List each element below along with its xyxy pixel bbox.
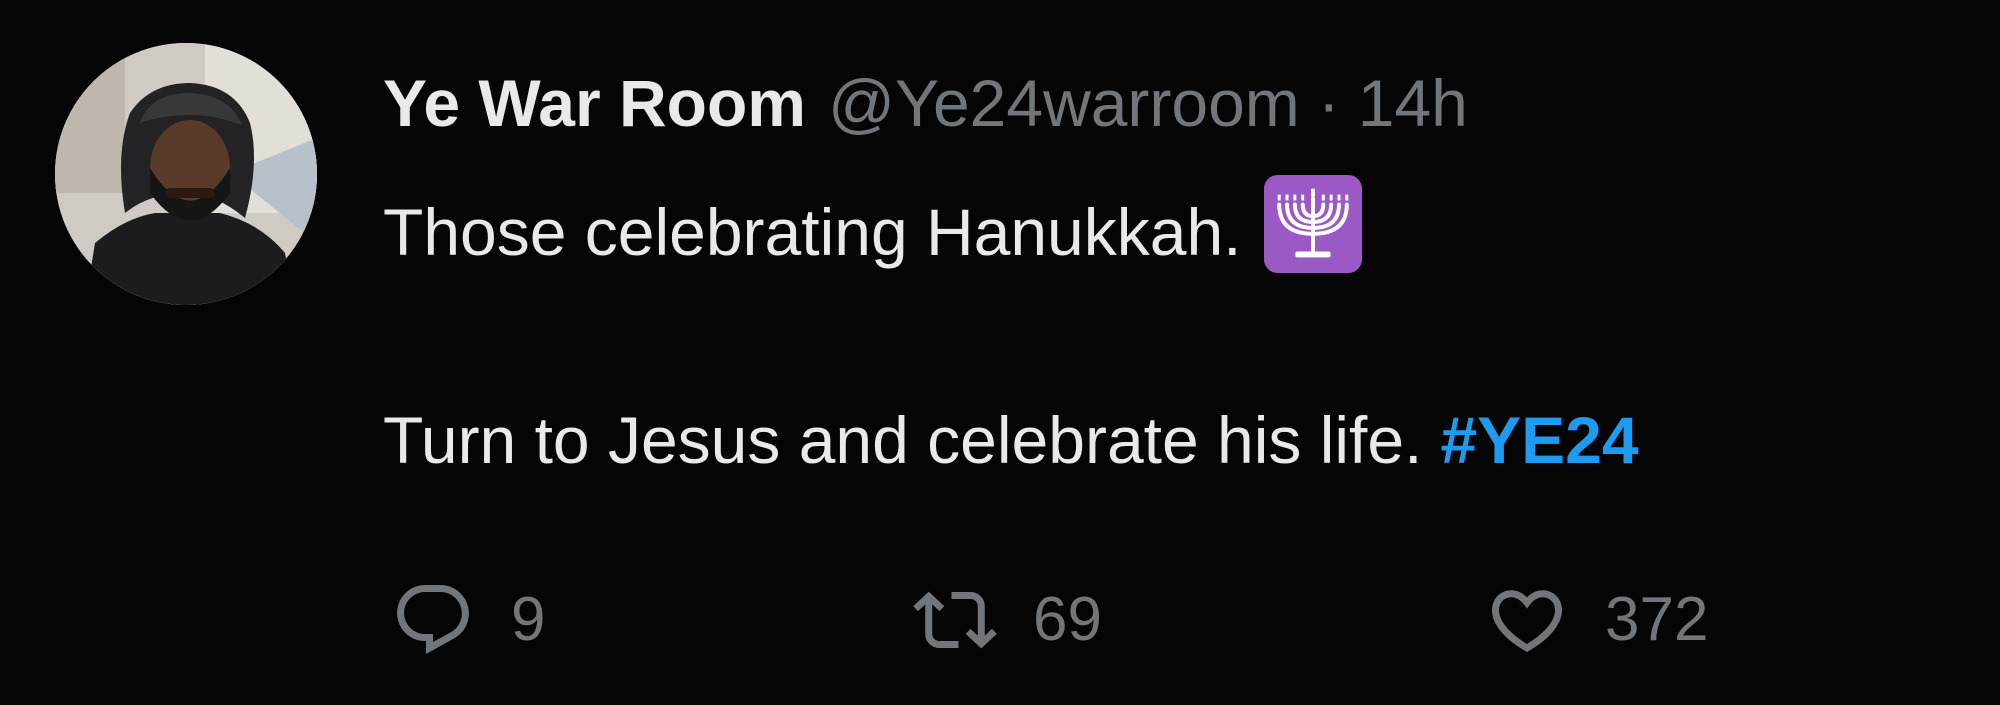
retweet-count: 69 [1033,585,1102,654]
like-count: 372 [1605,585,1709,654]
separator-dot: · [1317,66,1340,140]
avatar[interactable] [55,43,317,305]
tweet-card[interactable]: Ye War Room @Ye24warroom · 14h Those cel… [0,0,2000,705]
tweet-text: Those celebrating Hanukkah. [383,195,1242,269]
hashtag-link[interactable]: #YE24 [1440,403,1638,477]
tweet-text-line-2: Turn to Jesus and celebrate his life. #YE… [383,395,1639,485]
reply-count: 9 [511,585,546,654]
menorah-emoji-icon [1263,175,1362,273]
tweet-text: Turn to Jesus and celebrate his life. [383,403,1423,477]
display-name[interactable]: Ye War Room [383,58,806,148]
retweet-icon [905,570,1005,670]
heart-icon [1477,570,1577,670]
tweet-text-line-1: Those celebrating Hanukkah. [383,175,1362,277]
like-button[interactable]: 372 [1477,570,1708,670]
retweet-button[interactable]: 69 [905,570,1102,670]
tweet-header: Ye War Room @Ye24warroom · 14h [383,58,1468,148]
reply-icon [383,570,483,670]
avatar-image [55,43,317,305]
timestamp[interactable]: 14h [1358,58,1468,148]
user-handle[interactable]: @Ye24warroom [828,58,1300,148]
reply-button[interactable]: 9 [383,570,545,670]
